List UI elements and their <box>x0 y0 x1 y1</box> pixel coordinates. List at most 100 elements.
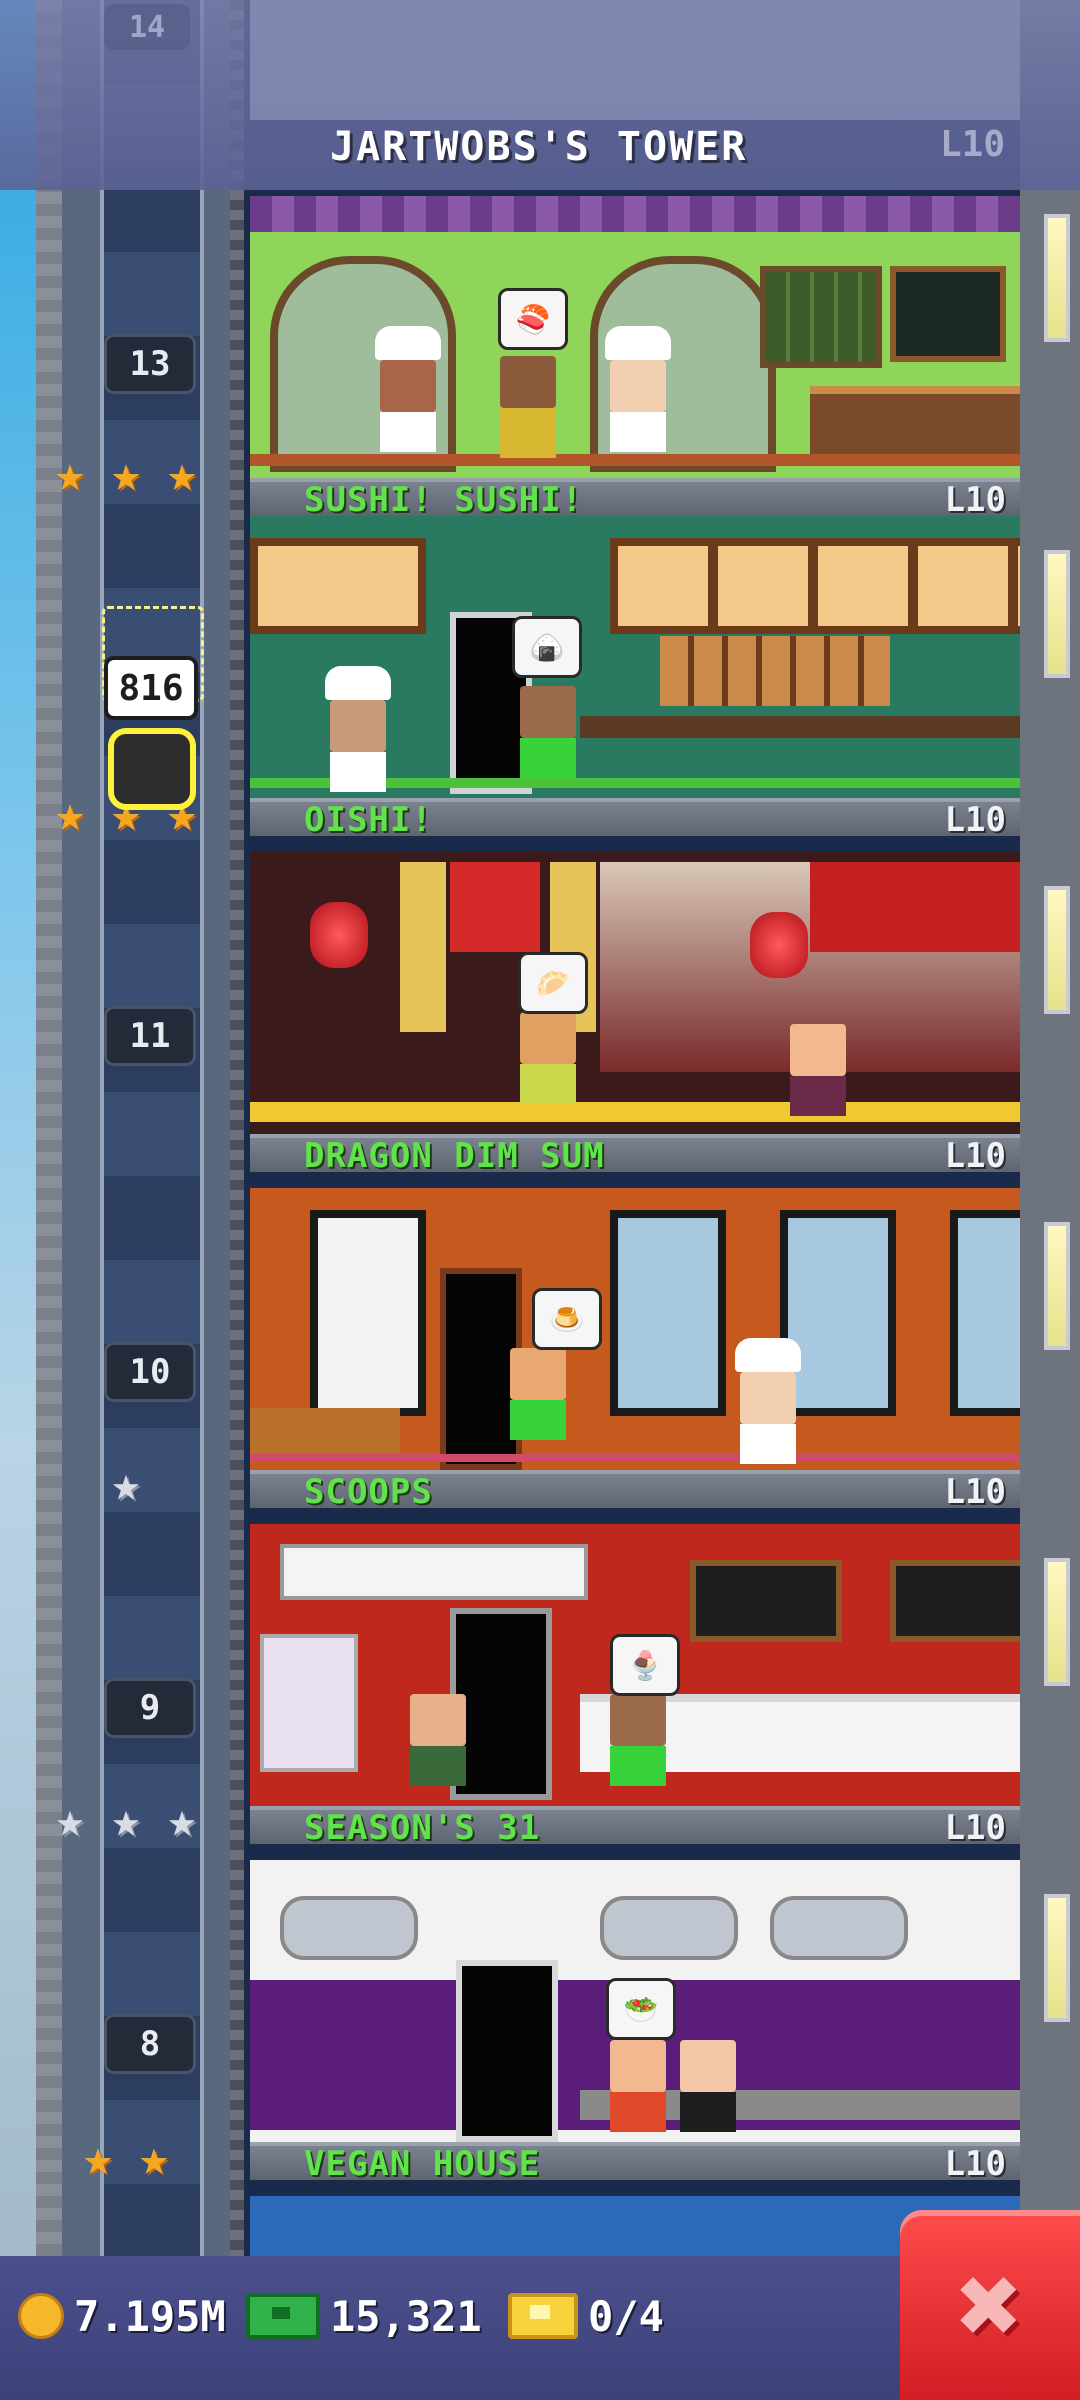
bar-counter <box>810 386 1020 464</box>
floor-8[interactable]: 🥗 VEGAN HOUSE L10 <box>250 1860 1020 2180</box>
floor-level: L10 <box>944 2144 1006 2180</box>
floor-label-bar: SCOOPS L10 <box>250 1470 1020 1508</box>
tower-header: 14 JARTWOBS'S TOWER L10 <box>0 0 1080 190</box>
floor-name: DRAGON DIM SUM <box>304 1136 605 1172</box>
floor-level: L10 <box>944 1136 1006 1172</box>
lattice-window <box>950 1210 1020 1416</box>
grape-vine-trim <box>250 196 1020 232</box>
elevator-passenger-icon[interactable] <box>108 728 196 810</box>
customer-character <box>520 1012 576 1104</box>
chef-character <box>375 326 441 452</box>
coins-value: 7.195M <box>74 2291 226 2341</box>
floor-number: 8 <box>104 2014 196 2074</box>
customer-character <box>510 1348 566 1440</box>
porthole-window <box>770 1896 908 1960</box>
game-viewport[interactable]: 🍣 SUSHI! SUSHI! L10 🍙 OISHI! L10 🥟 DRAGO… <box>0 0 1080 2400</box>
tower-title: JARTWOBS'S TOWER <box>330 124 748 170</box>
header-floor-number: 14 <box>104 4 190 50</box>
floor-scene: 🍙 <box>250 516 1020 818</box>
star-icon: ★ <box>111 446 141 502</box>
chef-character <box>325 666 391 792</box>
order-bubble: 🍣 <box>498 288 568 350</box>
floor-label-bar: OISHI! L10 <box>250 798 1020 836</box>
wall-window-light <box>1044 1558 1070 1686</box>
floor-10[interactable]: 🍮 SCOOPS L10 <box>250 1188 1020 1508</box>
menu-board <box>890 1560 1020 1642</box>
floor-level: L10 <box>944 480 1006 516</box>
close-button[interactable]: ✖ <box>900 2210 1080 2400</box>
chef-character <box>735 1338 801 1464</box>
floor-level: L10 <box>944 800 1006 836</box>
coins-stat[interactable]: 7.195M <box>18 2286 226 2346</box>
floor-label-bar: DRAGON DIM SUM L10 <box>250 1134 1020 1172</box>
chef-character <box>605 326 671 452</box>
order-bubble: 🍨 <box>610 1634 680 1696</box>
floor-level: L10 <box>944 1808 1006 1844</box>
coin-icon <box>18 2293 64 2339</box>
order-bubble: 🥟 <box>518 952 588 1014</box>
menu-board <box>690 1560 842 1642</box>
wall-window-light <box>1044 1222 1070 1350</box>
bux-icon <box>246 2293 320 2339</box>
tickets-stat[interactable]: 0/4 <box>508 2286 664 2346</box>
floor-number: 13 <box>104 334 196 394</box>
star-icon: ★ <box>139 2130 169 2186</box>
floor-label-bar: SEASON'S 31 L10 <box>250 1806 1020 1844</box>
display-freezer <box>260 1634 358 1772</box>
floor-number: 10 <box>104 1342 196 1402</box>
star-icon: ★ <box>167 446 197 502</box>
staff-character <box>790 1024 846 1116</box>
floor-scene: 🥗 <box>250 1860 1020 2162</box>
paper-screen <box>250 538 426 634</box>
calligraphy-scroll <box>400 862 446 1032</box>
staff-character <box>680 2040 736 2132</box>
wall-window-light <box>1044 550 1070 678</box>
bux-value: 15,321 <box>330 2291 482 2341</box>
star-icon: ★ <box>55 446 85 502</box>
ticket-icon <box>508 2293 578 2339</box>
wall-window-light <box>1044 214 1070 342</box>
elevator-passenger-count: 816 <box>104 656 198 720</box>
paper-screen <box>610 538 1020 634</box>
floor-number: 9 <box>104 1678 196 1738</box>
floor-scene: 🍨 <box>250 1524 1020 1826</box>
floor-9[interactable]: 🍨 SEASON'S 31 L10 <box>250 1524 1020 1844</box>
customer-character <box>500 356 556 458</box>
floor-name: SEASON'S 31 <box>304 1808 541 1844</box>
floor-label-bar: SUSHI! SUSHI! L10 <box>250 478 1020 516</box>
wine-rack <box>760 266 882 368</box>
kitchen-door <box>456 1960 558 2142</box>
wall-window-light <box>1044 886 1070 1014</box>
floor-level: L10 <box>944 1472 1006 1508</box>
sky-background <box>0 0 36 2400</box>
right-wall <box>1020 0 1080 2400</box>
header-floor-level: L10 <box>940 124 1006 165</box>
floor-11[interactable]: 🥟 DRAGON DIM SUM L10 <box>250 852 1020 1172</box>
order-bubble: 🍙 <box>512 616 582 678</box>
floor-number: 11 <box>104 1006 196 1066</box>
red-lantern <box>310 902 368 968</box>
floor-scene: 🍣 <box>250 196 1020 498</box>
lattice-window <box>780 1210 896 1416</box>
floor-label-bar: VEGAN HOUSE L10 <box>250 2142 1020 2180</box>
star-icon: ★ <box>111 1456 141 1512</box>
red-lantern <box>750 912 808 978</box>
floor-13[interactable]: 🍣 SUSHI! SUSHI! L10 <box>250 196 1020 516</box>
floor-scene: 🥟 <box>250 852 1020 1154</box>
floor-12[interactable]: 🍙 OISHI! L10 <box>250 516 1020 836</box>
floor-name: VEGAN HOUSE <box>304 2144 541 2180</box>
customer-character <box>610 2040 666 2132</box>
outer-wall <box>36 0 62 2400</box>
header-floor-preview <box>250 0 1020 120</box>
red-banner <box>450 862 540 952</box>
porthole-window <box>600 1896 738 1960</box>
bux-stat[interactable]: 15,321 <box>246 2286 482 2346</box>
customer-character <box>520 686 576 778</box>
staff-character <box>410 1694 466 1786</box>
tickets-value: 0/4 <box>588 2291 664 2341</box>
star-icon: ★ <box>167 1792 197 1848</box>
order-bubble: 🍮 <box>532 1288 602 1350</box>
dining-rail <box>250 1102 1020 1122</box>
star-icon: ★ <box>55 786 85 842</box>
floor-line <box>250 1454 1020 1462</box>
